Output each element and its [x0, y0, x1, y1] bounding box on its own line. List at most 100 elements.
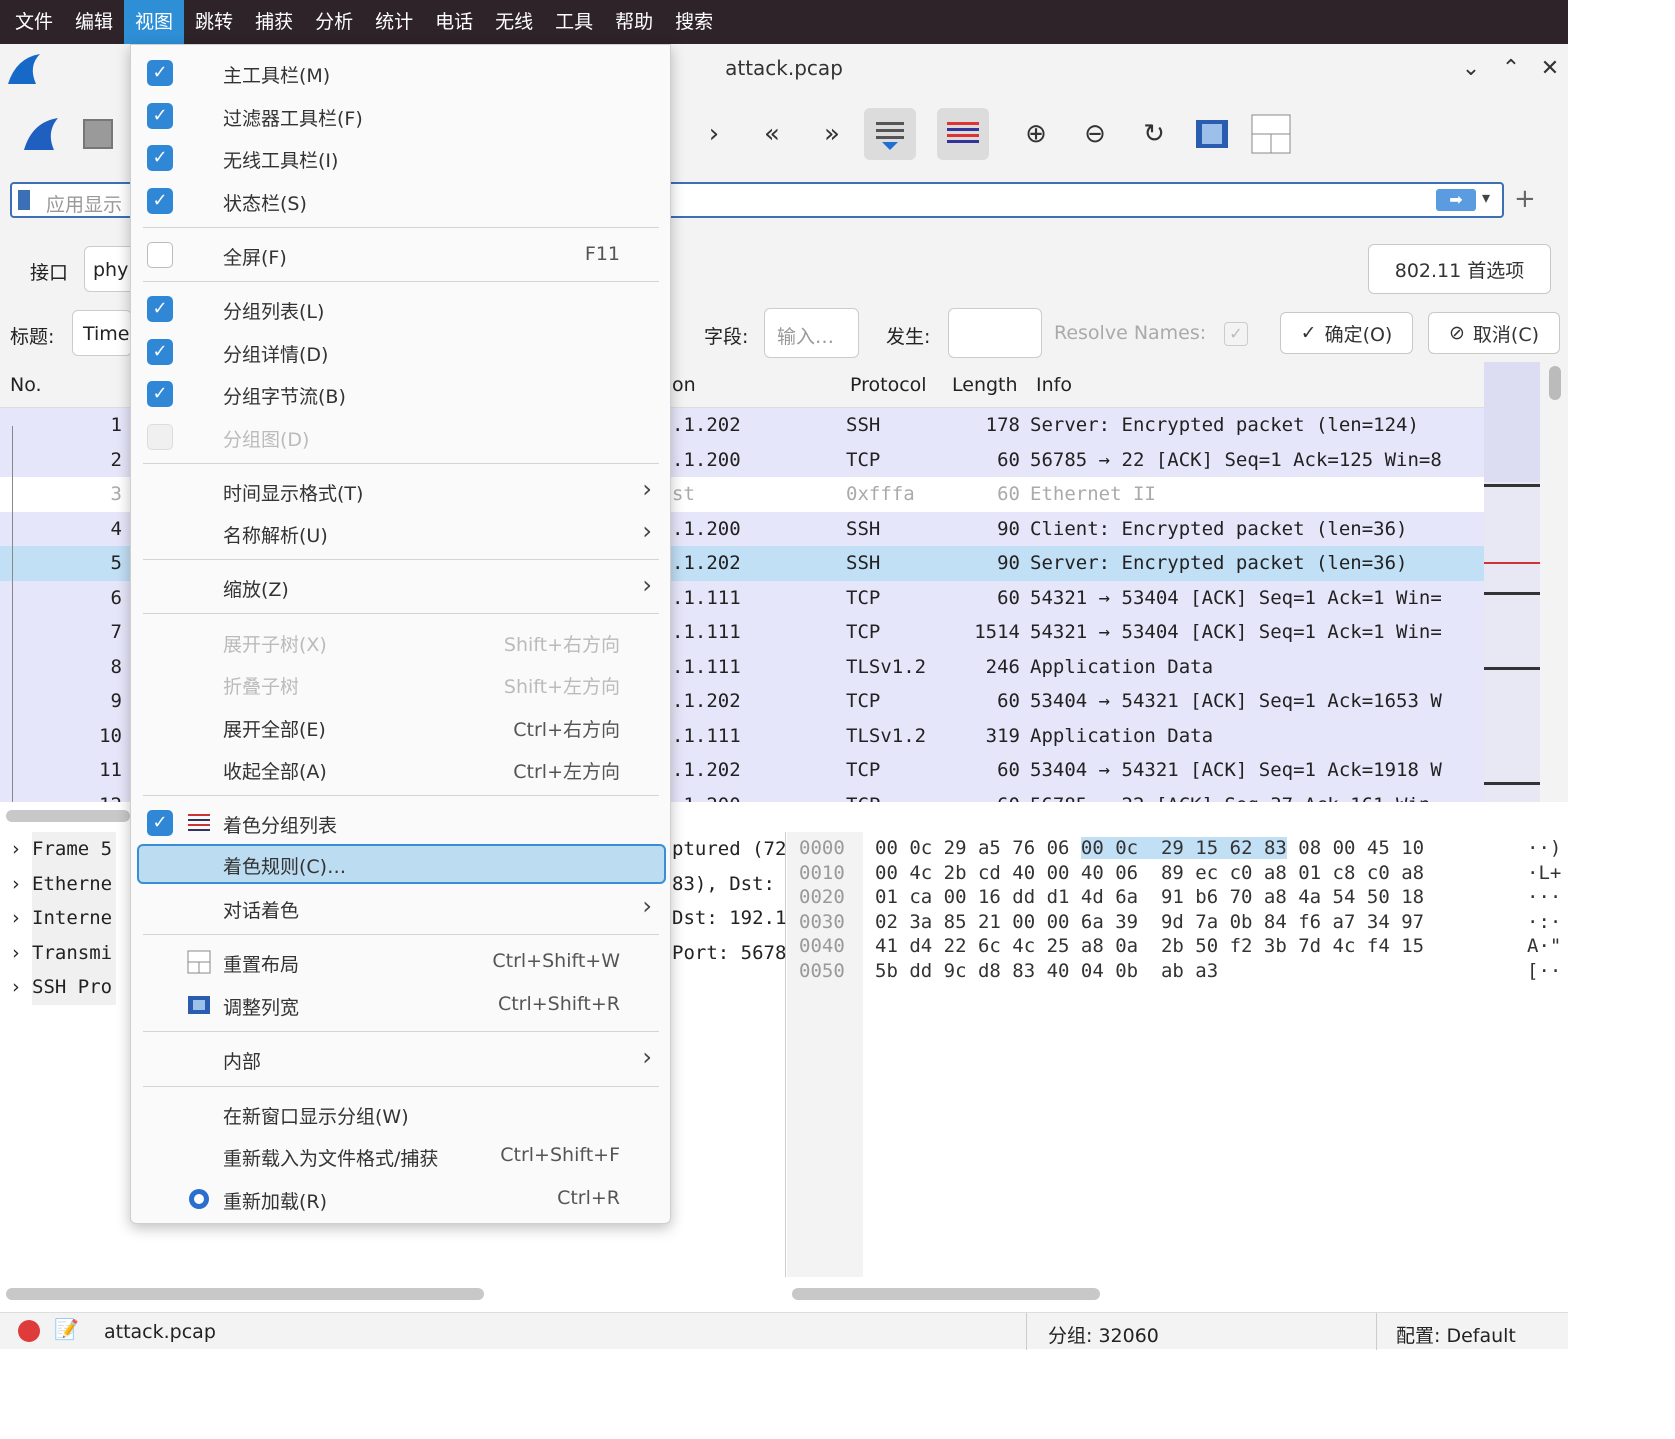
menu-checkbox[interactable]: ✓	[147, 810, 173, 836]
menu-item[interactable]: 名称解析(U) ›	[131, 513, 672, 553]
column-header-length[interactable]: Length	[952, 374, 1018, 396]
expand-arrow-icon[interactable]: ›	[10, 867, 21, 902]
menu-search[interactable]: 搜索	[664, 0, 724, 44]
column-header-info[interactable]: Info	[1036, 374, 1072, 396]
menu-checkbox[interactable]: ✓	[147, 381, 173, 407]
title-input[interactable]: Time	[72, 310, 132, 356]
first-packet-icon[interactable]: «	[746, 108, 798, 160]
menu-wireless[interactable]: 无线	[484, 0, 544, 44]
resolve-names-checkbox[interactable]: ✓	[1224, 322, 1248, 346]
details-hscroll-thumb[interactable]	[6, 1288, 484, 1300]
normal-size-icon[interactable]: ↻	[1128, 108, 1180, 160]
resize-columns-icon[interactable]	[1186, 108, 1238, 160]
menu-item[interactable]: 内部 ›	[131, 1039, 672, 1079]
add-filter-icon[interactable]: +	[1514, 184, 1536, 214]
byte-ascii[interactable]: [··	[1527, 959, 1561, 984]
menu-checkbox[interactable]	[147, 424, 173, 450]
apply-filter-icon[interactable]: ➡	[1436, 189, 1476, 211]
menu-checkbox[interactable]	[147, 242, 173, 268]
byte-ascii[interactable]: ·L+	[1527, 861, 1561, 886]
menu-item[interactable]: ✓ 分组字节流(B)	[131, 374, 672, 414]
column-header-destination[interactable]: on	[672, 374, 696, 396]
zoom-out-icon[interactable]: ⊖	[1069, 108, 1121, 160]
bytes-hscroll-thumb[interactable]	[792, 1288, 1100, 1300]
menu-item[interactable]: 在新窗口显示分组(W)	[131, 1094, 672, 1134]
packet-minimap[interactable]	[1484, 362, 1540, 802]
menu-checkbox[interactable]: ✓	[147, 339, 173, 365]
byte-hex-line[interactable]: 5b dd 9c d8 83 40 04 0b ab a3	[875, 959, 1218, 984]
expand-arrow-icon[interactable]: ›	[10, 901, 21, 936]
expert-info-icon[interactable]	[18, 1320, 40, 1342]
menu-item[interactable]: 时间显示格式(T) ›	[131, 471, 672, 511]
menu-item[interactable]: ✓ 着色分组列表	[131, 803, 672, 843]
menu-item[interactable]: ✓ 无线工具栏(I)	[131, 138, 672, 178]
menu-item[interactable]: 重新载入为文件格式/捕获 Ctrl+Shift+F	[131, 1136, 672, 1176]
byte-hex-line[interactable]: 02 3a 85 21 00 00 6a 39 9d 7a 0b 84 f6 a…	[875, 910, 1424, 935]
stop-capture-icon[interactable]	[72, 108, 124, 160]
ok-button[interactable]: ✓ 确定(O)	[1280, 312, 1413, 354]
bookmark-icon[interactable]	[18, 190, 30, 210]
menu-file[interactable]: 文件	[4, 0, 64, 44]
expand-arrow-icon[interactable]: ›	[10, 970, 21, 1005]
colorize-icon[interactable]	[937, 108, 989, 160]
menu-help[interactable]: 帮助	[604, 0, 664, 44]
scrollbar-thumb[interactable]	[1549, 366, 1561, 400]
start-capture-icon[interactable]	[14, 108, 66, 160]
menu-view[interactable]: 视图	[124, 0, 185, 44]
column-header-protocol[interactable]: Protocol	[850, 374, 927, 396]
menu-item[interactable]: ✓ 主工具栏(M)	[131, 53, 672, 93]
go-to-packet-icon[interactable]: ›	[688, 108, 740, 160]
menu-item[interactable]: 收起全部(A) Ctrl+左方向	[131, 749, 672, 789]
menu-item[interactable]: 调整列宽 Ctrl+Shift+R	[131, 985, 672, 1025]
menu-checkbox[interactable]: ✓	[147, 60, 173, 86]
layout-icon[interactable]	[1245, 108, 1297, 160]
byte-hex-line[interactable]: 41 d4 22 6c 4c 25 a8 0a 2b 50 f2 3b 7d 4…	[875, 934, 1424, 959]
menu-capture[interactable]: 捕获	[244, 0, 304, 44]
menu-tools[interactable]: 工具	[544, 0, 604, 44]
expand-arrow-icon[interactable]: ›	[10, 832, 21, 867]
menu-item[interactable]: ✓ 状态栏(S)	[131, 181, 672, 221]
packet-list-hscroll-thumb[interactable]	[6, 810, 130, 822]
occurrence-input[interactable]	[948, 308, 1042, 358]
cancel-button[interactable]: ⊘ 取消(C)	[1428, 312, 1560, 354]
field-input[interactable]: 输入…	[764, 308, 859, 358]
menu-item[interactable]: ✓ 分组详情(D)	[131, 332, 672, 372]
byte-ascii[interactable]: ·:·	[1527, 910, 1561, 935]
menu-item[interactable]: 展开全部(E) Ctrl+右方向	[131, 707, 672, 747]
byte-ascii[interactable]: ··)	[1527, 836, 1561, 861]
menu-item[interactable]: 重新加载(R) Ctrl+R	[131, 1179, 672, 1219]
menu-analyze[interactable]: 分析	[304, 0, 364, 44]
column-header-no[interactable]: No.	[10, 374, 42, 396]
menu-item[interactable]: 对话着色 ›	[131, 888, 672, 928]
menu-statistics[interactable]: 统计	[364, 0, 424, 44]
menu-item[interactable]: ✓ 过滤器工具栏(F)	[131, 96, 672, 136]
byte-hex-line[interactable]: 01 ca 00 16 dd d1 4d 6a 91 b6 70 a8 4a 5…	[875, 885, 1424, 910]
byte-hex-line[interactable]: 00 0c 29 a5 76 06 00 0c 29 15 62 83 08 0…	[875, 836, 1424, 861]
packet-list-scrollbar[interactable]	[1540, 362, 1568, 802]
byte-ascii[interactable]: ···	[1527, 885, 1561, 910]
menu-checkbox[interactable]: ✓	[147, 188, 173, 214]
menu-item[interactable]: 重置布局 Ctrl+Shift+W	[131, 942, 672, 982]
close-icon[interactable]: ✕	[1535, 54, 1565, 84]
zoom-in-icon[interactable]: ⊕	[1010, 108, 1062, 160]
wireless-prefs-button[interactable]: 802.11 首选项	[1368, 244, 1551, 294]
menu-checkbox[interactable]: ✓	[147, 145, 173, 171]
expand-arrow-icon[interactable]: ›	[10, 936, 21, 971]
menu-item[interactable]: 全屏(F) F11	[131, 235, 672, 275]
menu-edit[interactable]: 编辑	[64, 0, 124, 44]
capture-comment-icon[interactable]: 📝	[54, 1317, 79, 1341]
byte-hex-line[interactable]: 00 4c 2b cd 40 00 40 06 89 ec c0 a8 01 c…	[875, 861, 1424, 886]
menu-checkbox[interactable]: ✓	[147, 296, 173, 322]
menu-telephony[interactable]: 电话	[424, 0, 484, 44]
status-profile[interactable]: 配置: Default	[1396, 1321, 1516, 1348]
menu-item[interactable]: 着色规则(C)…	[137, 844, 666, 884]
filter-dropdown-icon[interactable]: ▾	[1482, 188, 1490, 207]
menu-checkbox[interactable]: ✓	[147, 103, 173, 129]
menu-item[interactable]: 缩放(Z) ›	[131, 567, 672, 607]
autoscroll-icon[interactable]	[864, 108, 916, 160]
maximize-icon[interactable]: ⌃	[1496, 54, 1526, 84]
minimize-icon[interactable]: ⌄	[1456, 54, 1486, 84]
menu-go[interactable]: 跳转	[184, 0, 244, 44]
last-packet-icon[interactable]: »	[806, 108, 858, 160]
menu-item[interactable]: ✓ 分组列表(L)	[131, 289, 672, 329]
